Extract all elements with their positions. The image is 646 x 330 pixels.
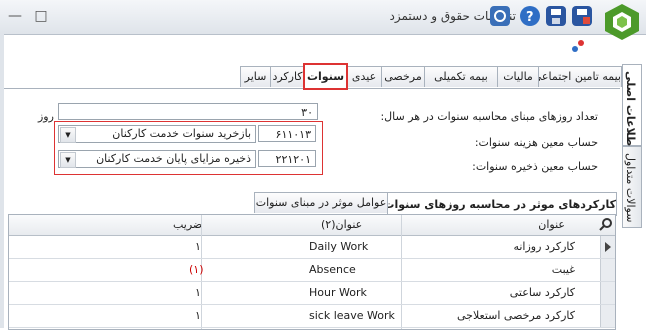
cell-title2: sick leave Work bbox=[309, 309, 395, 322]
days-input[interactable]: ۳۰ bbox=[58, 103, 318, 120]
cell-factor: ۱ bbox=[195, 240, 201, 253]
svg-text:?: ? bbox=[526, 10, 534, 25]
tab-social-insurance[interactable]: بیمه تامین اجتماعی bbox=[533, 66, 622, 87]
cell-title: کارکرد روزانه bbox=[513, 240, 575, 253]
cell-title2: Daily Work bbox=[309, 240, 369, 253]
tab-leave[interactable]: مرخصی bbox=[381, 66, 425, 87]
tab-tax[interactable]: مالیات bbox=[497, 66, 539, 87]
subtab-effective-factors[interactable]: عوامل موثر در مبنای سنوات bbox=[254, 192, 388, 213]
settings-icon[interactable] bbox=[490, 6, 510, 26]
help-icon[interactable]: ? bbox=[520, 6, 540, 26]
cell-title: کارکرد مرخصی استعلاجی bbox=[457, 309, 575, 322]
cell-title2: Hour Work bbox=[309, 286, 367, 299]
days-label: تعداد روزهای مبنای محاسبه سنوات در هر سا… bbox=[380, 110, 598, 123]
grid-header: عنوان عنوان(۲) ضریب bbox=[9, 215, 615, 236]
subtab-effective-work[interactable]: کارکردهای موثر در محاسبه روزهای سنوات bbox=[383, 192, 617, 216]
row-selector[interactable] bbox=[600, 305, 615, 327]
table-row[interactable]: غیبت Absence (۱) bbox=[9, 259, 615, 282]
work-grid: عنوان عنوان(۲) ضریب کارکرد روزانه Daily … bbox=[8, 214, 616, 330]
app-logo-icon bbox=[602, 2, 642, 42]
save-icon[interactable] bbox=[546, 6, 566, 26]
table-row[interactable]: کارکرد روزانه Daily Work ۱ bbox=[9, 236, 615, 259]
main-tab-strip: بیمه تامین اجتماعی مالیات بیمه تکمیلی مر… bbox=[4, 63, 622, 90]
search-icon[interactable] bbox=[599, 217, 613, 231]
minimize-button[interactable]: — bbox=[4, 6, 26, 26]
cell-factor: ۱ bbox=[195, 309, 201, 322]
cell-title: کارکرد ساعتی bbox=[509, 286, 575, 299]
days-unit-label: روز bbox=[38, 110, 54, 123]
table-row[interactable]: کارکرد مرخصی استعلاجی sick leave Work ۱ bbox=[9, 305, 615, 328]
tab-severance[interactable]: سنوات bbox=[303, 63, 348, 90]
cell-factor: ۱ bbox=[195, 286, 201, 299]
row-selector[interactable] bbox=[600, 259, 615, 281]
tab-bonus[interactable]: عیدی bbox=[346, 66, 382, 87]
title-bar: — □ تنظیمات حقوق و دستمزد ? bbox=[0, 0, 646, 40]
side-tab-main-info-label: اطلاعات اصلی bbox=[624, 71, 637, 151]
cell-title: غیبت bbox=[551, 263, 575, 276]
highlight-box bbox=[54, 121, 323, 175]
side-tab-main-info[interactable]: اطلاعات اصلی bbox=[622, 64, 642, 150]
side-tab-faq-label: سوالات متداول bbox=[624, 153, 637, 223]
expense-account-label: حساب معین هزینه سنوات: bbox=[474, 136, 598, 149]
save-as-icon[interactable] bbox=[572, 6, 592, 26]
restore-button[interactable]: □ bbox=[30, 6, 52, 26]
row-selector[interactable] bbox=[600, 236, 615, 258]
tab-other[interactable]: سایر bbox=[240, 66, 271, 87]
tab-work-time[interactable]: کارکرد bbox=[270, 66, 305, 87]
reserve-account-label: حساب معین ذخیره سنوات: bbox=[472, 160, 598, 173]
col-title-header[interactable]: عنوان bbox=[538, 214, 565, 236]
cell-title2: Absence bbox=[309, 263, 356, 276]
side-tab-faq[interactable]: سوالات متداول bbox=[622, 146, 642, 228]
row-selector[interactable] bbox=[600, 282, 615, 304]
cell-factor: (۱) bbox=[189, 263, 204, 276]
status-dots-icon bbox=[570, 38, 586, 54]
col-title2-header[interactable]: عنوان(۲) bbox=[321, 214, 362, 236]
tab-supplementary-insurance[interactable]: بیمه تکمیلی bbox=[424, 66, 498, 87]
col-factor-header[interactable]: ضریب bbox=[173, 214, 202, 236]
table-row[interactable]: کارکرد ساعتی Hour Work ۱ bbox=[9, 282, 615, 305]
